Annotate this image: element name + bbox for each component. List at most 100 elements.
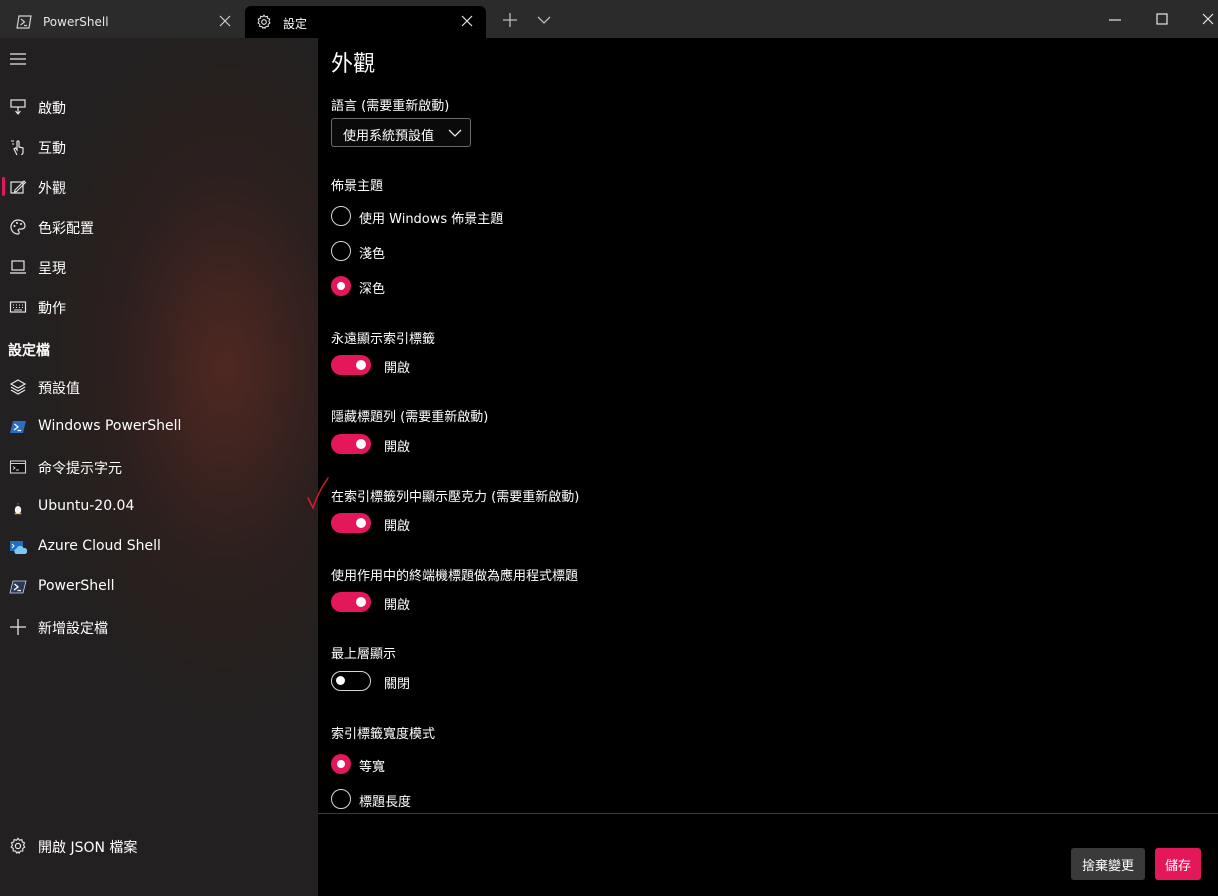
close-icon[interactable] xyxy=(218,14,232,28)
radio-label: 使用 Windows 佈景主題 xyxy=(359,212,504,227)
radio-label: 等寬 xyxy=(359,760,386,775)
azure-icon xyxy=(10,541,27,554)
interaction-icon xyxy=(11,140,24,156)
title-bar: PowerShell 設定 xyxy=(0,0,1218,38)
tab-width-mode-label: 索引標籤寬度模式 xyxy=(331,727,436,742)
save-button[interactable]: 儲存 xyxy=(1155,848,1201,880)
sidebar-item-label: Windows PowerShell xyxy=(38,418,182,434)
appearance-icon xyxy=(10,180,27,194)
plus-icon xyxy=(10,619,26,635)
sidebar-item-ubuntu[interactable]: Ubuntu-20.04 xyxy=(0,488,318,524)
always-on-top-toggle[interactable]: 關閉 xyxy=(331,671,531,693)
toggle-switch[interactable] xyxy=(331,671,371,691)
cmd-icon xyxy=(9,460,27,474)
radio-button-checked[interactable] xyxy=(331,276,351,296)
sidebar-item-label: 命令提示字元 xyxy=(38,461,122,477)
radio-button[interactable] xyxy=(331,241,351,261)
sidebar-item-label: 啟動 xyxy=(38,101,66,117)
sidebar-item-label: 互動 xyxy=(38,141,66,157)
theme-option-dark[interactable]: 深色 xyxy=(331,276,631,298)
sidebar-item-defaults[interactable]: 預設值 xyxy=(0,368,318,404)
powershell-icon xyxy=(9,580,27,594)
radio-button-checked[interactable] xyxy=(331,754,351,774)
language-value: 使用系統預設值 xyxy=(343,129,435,144)
toggle-switch[interactable] xyxy=(331,355,371,375)
always-show-tabs-toggle[interactable]: 開啟 xyxy=(331,355,531,377)
toggle-switch[interactable] xyxy=(331,434,371,454)
sidebar-item-label: 預設值 xyxy=(38,381,80,397)
theme-label: 佈景主題 xyxy=(331,179,384,194)
toggle-switch[interactable] xyxy=(331,513,371,533)
powershell-icon xyxy=(10,421,26,433)
linux-icon xyxy=(13,500,23,515)
close-window-icon[interactable] xyxy=(1200,11,1216,27)
minimize-icon[interactable] xyxy=(1107,11,1123,27)
tab-width-option-equal[interactable]: 等寬 xyxy=(331,754,631,776)
theme-option-windows[interactable]: 使用 Windows 佈景主題 xyxy=(331,206,631,228)
sidebar-item-label: 動作 xyxy=(38,301,66,317)
gear-icon xyxy=(10,837,26,854)
tab-powershell[interactable]: PowerShell xyxy=(0,6,244,38)
sidebar-item-powershell[interactable]: PowerShell xyxy=(0,568,318,604)
language-dropdown[interactable]: 使用系統預設值 xyxy=(331,118,471,147)
sidebar-item-color-schemes[interactable]: 色彩配置 xyxy=(0,208,318,244)
toggle-state: 開啟 xyxy=(384,361,411,376)
tab-label: PowerShell xyxy=(43,15,109,29)
sidebar-item-label: 色彩配置 xyxy=(38,221,94,237)
settings-content: 外觀 語言 (需要重新啟動) 使用系統預設值 佈景主題 使用 Windows 佈… xyxy=(307,38,1218,896)
toggle-state: 開啟 xyxy=(384,598,411,613)
sidebar-item-azure-cloud-shell[interactable]: Azure Cloud Shell xyxy=(0,528,318,564)
active-terminal-title-label: 使用作用中的終端機標題做為應用程式標題 xyxy=(331,569,579,584)
radio-button[interactable] xyxy=(331,789,351,809)
sidebar: 啟動 互動 外觀 色彩配置 呈現 動作 設定檔 預設值 Windows Powe… xyxy=(0,38,318,896)
sidebar-item-windows-powershell[interactable]: Windows PowerShell xyxy=(0,408,318,444)
tab-width-option-title-length[interactable]: 標題長度 xyxy=(331,789,631,811)
theme-option-light[interactable]: 淺色 xyxy=(331,241,631,263)
sidebar-item-startup[interactable]: 啟動 xyxy=(0,88,318,124)
close-icon[interactable] xyxy=(460,14,474,28)
toggle-state: 開啟 xyxy=(384,519,411,534)
always-on-top-label: 最上層顯示 xyxy=(331,647,397,662)
language-label: 語言 (需要重新啟動) xyxy=(331,99,450,114)
sidebar-item-add-profile[interactable]: 新增設定檔 xyxy=(0,608,318,644)
powershell-icon xyxy=(16,15,32,29)
sidebar-item-actions[interactable]: 動作 xyxy=(0,288,318,324)
acrylic-tab-row-toggle[interactable]: 開啟 xyxy=(331,513,531,535)
chevron-down-icon[interactable] xyxy=(536,12,552,28)
toggle-state: 關閉 xyxy=(384,677,411,692)
sidebar-item-label: Ubuntu-20.04 xyxy=(38,498,135,514)
profiles-header: 設定檔 xyxy=(8,343,50,359)
toggle-switch[interactable] xyxy=(331,592,371,612)
hide-title-bar-toggle[interactable]: 開啟 xyxy=(331,434,531,456)
open-json-file-button[interactable]: 開啟 JSON 檔案 xyxy=(0,827,318,863)
chevron-down-icon xyxy=(448,129,462,137)
active-terminal-title-toggle[interactable]: 開啟 xyxy=(331,592,531,614)
sidebar-item-label: PowerShell xyxy=(38,578,115,594)
palette-icon xyxy=(10,219,26,235)
toggle-state: 開啟 xyxy=(384,440,411,455)
sidebar-item-command-prompt[interactable]: 命令提示字元 xyxy=(0,448,318,484)
hamburger-menu-icon[interactable] xyxy=(9,52,27,66)
sidebar-item-rendering[interactable]: 呈現 xyxy=(0,248,318,284)
discard-changes-button[interactable]: 捨棄變更 xyxy=(1071,848,1145,880)
hide-title-bar-label: 隱藏標題列 (需要重新啟動) xyxy=(331,410,489,425)
radio-label: 深色 xyxy=(359,282,386,297)
keyboard-icon xyxy=(9,301,27,313)
radio-button[interactable] xyxy=(331,206,351,226)
sidebar-item-label: 呈現 xyxy=(38,261,66,277)
tab-settings[interactable]: 設定 xyxy=(245,6,486,38)
sidebar-item-appearance[interactable]: 外觀 xyxy=(0,168,318,204)
sidebar-item-label: 新增設定檔 xyxy=(38,621,108,637)
sidebar-item-label: 外觀 xyxy=(38,181,66,197)
maximize-icon[interactable] xyxy=(1154,11,1170,27)
layers-icon xyxy=(9,379,27,395)
settings-footer: 捨棄變更 儲存 xyxy=(318,813,1218,896)
acrylic-tab-row-label: 在索引標籤列中顯示壓克力 (需要重新啟動) xyxy=(331,490,580,505)
rendering-icon xyxy=(10,260,26,274)
new-tab-icon[interactable] xyxy=(502,12,518,28)
page-title: 外觀 xyxy=(331,52,376,77)
gear-icon xyxy=(257,14,271,30)
startup-icon xyxy=(10,99,26,115)
sidebar-item-interaction[interactable]: 互動 xyxy=(0,128,318,164)
radio-label: 標題長度 xyxy=(359,795,412,810)
